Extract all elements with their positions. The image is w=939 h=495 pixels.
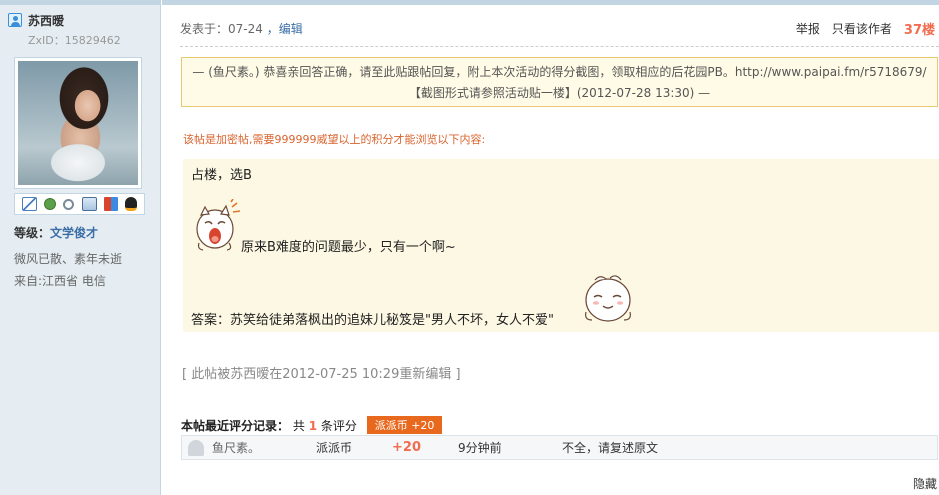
search-posts-icon[interactable] (63, 198, 75, 210)
quote-box: — (鱼尺素。) 恭喜亲回答正确，请至此贴跟帖回复，附上本次活动的得分截图，领取… (181, 57, 938, 107)
rating-count-suffix: 条评分 (320, 419, 357, 433)
floor-number[interactable]: 37楼 (904, 19, 935, 38)
rating-count-prefix: 共 (292, 419, 305, 433)
send-message-icon[interactable] (21, 197, 37, 211)
hide-ratings-link[interactable]: 隐藏 (913, 475, 937, 492)
user-level: 等级：文学俊才 (14, 224, 98, 241)
post-top-border (162, 0, 939, 5)
sidebar-top-border (0, 0, 161, 5)
rating-title: 本帖最近评分记录： (181, 419, 290, 433)
username-row[interactable]: 苏西暧 (8, 12, 64, 28)
rating-reason: 不全，请复述原文 (562, 441, 659, 455)
content-line-1: 占楼，选B (191, 168, 252, 183)
header-divider (180, 46, 939, 47)
user-signature: 微风已散、素年未逝 (14, 252, 123, 266)
rating-row: 鱼尺素。 派派币 +20 9分钟前 不全，请复述原文 (181, 435, 938, 460)
post-actions: 举报 只看该作者 37楼 (784, 19, 935, 38)
smug-face-emoticon-icon (585, 275, 631, 322)
post-content: 占楼，选B 原来B难度的问题最少，只有一个啊~ 答案：苏笑给徒弟落枫出的追妹儿秘… (183, 159, 939, 332)
user-action-bar (14, 193, 145, 215)
rating-type: 派派币 (316, 441, 353, 455)
rating-time: 9分钟前 (458, 441, 502, 455)
level-value: 文学俊才 (50, 226, 99, 240)
rating-total-badge: 派派币 +20 (366, 416, 443, 434)
rater-avatar-icon (188, 439, 204, 456)
profile-card-icon[interactable] (81, 197, 97, 211)
level-label: 等级： (14, 226, 51, 240)
user-id: ZxID：15829462 (28, 34, 121, 47)
report-link[interactable]: 举报 (796, 20, 820, 37)
user-sidebar: 苏西暧 ZxID：15829462 等级：文学俊才 微风已散、素年未逝 来自:江… (0, 0, 161, 495)
locked-notice: 该帖是加密帖,需要999999威望以上的积分才能浏览以下内容: (183, 133, 486, 146)
avatar[interactable] (18, 61, 138, 185)
user-location: 来自:江西省 电信 (14, 274, 106, 288)
rater-name[interactable]: 鱼尺素。 (212, 439, 260, 456)
add-friend-icon[interactable] (43, 198, 56, 210)
app-icon[interactable] (103, 197, 118, 211)
content-line-3: 答案：苏笑给徒弟落枫出的追妹儿秘笈是"男人不坏，女人不爱" (191, 313, 554, 328)
post-body: 发表于：07-24 ，编辑 举报 只看该作者 37楼 — (鱼尺素。) 恭喜亲回… (162, 0, 939, 495)
edit-history-note: [ 此帖被苏西暧在2012-07-25 10:29重新编辑 ] (182, 367, 461, 382)
avatar-frame[interactable] (14, 57, 142, 189)
username[interactable]: 苏西暧 (28, 12, 64, 29)
rating-header: 本帖最近评分记录： 共 1 条评分 派派币 +20 (181, 416, 443, 434)
only-author-link[interactable]: 只看该作者 (832, 20, 892, 37)
shouting-cat-emoticon-icon (196, 199, 241, 251)
rating-count: 1 (308, 419, 318, 433)
post-date: 发表于：07-24 (180, 22, 263, 36)
post-meta: 发表于：07-24 ，编辑 (180, 20, 303, 37)
qq-icon[interactable] (125, 197, 138, 211)
rating-score: +20 (392, 440, 421, 455)
user-icon (8, 13, 22, 27)
content-line-2: 原来B难度的问题最少，只有一个啊~ (241, 240, 456, 255)
edit-link[interactable]: ，编辑 (267, 22, 303, 36)
